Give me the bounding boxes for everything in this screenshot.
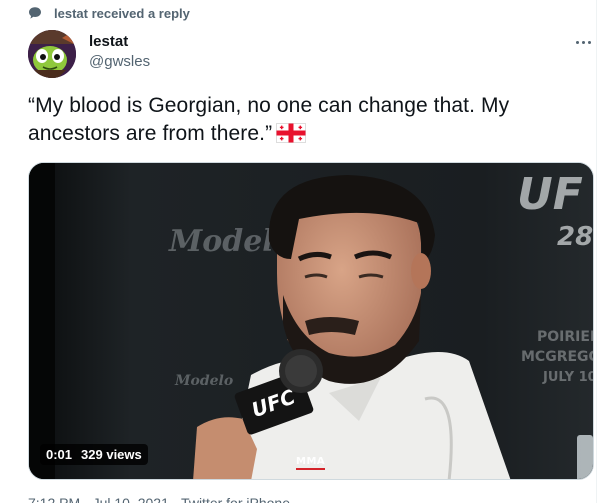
tweet-meta[interactable]: 7:12 PM · Jul 10, 2021 · Twitter for iPh… xyxy=(28,495,290,503)
svg-text:JULY 10: JULY 10 xyxy=(542,370,594,385)
svg-text:UF: UF xyxy=(517,169,583,220)
avatar-green-creature-icon xyxy=(28,30,76,78)
georgia-flag-icon xyxy=(276,123,307,151)
video-player[interactable]: Modelo Modelo UF 28 POIRIER MCGREGOR JUL… xyxy=(28,162,594,480)
video-timestamp: 0:01 xyxy=(46,447,73,462)
author-block: lestat @gwsles xyxy=(89,33,150,72)
social-context-text: lestat received a reply xyxy=(54,5,190,21)
mma-junkie-watermark: MMA xyxy=(296,456,326,470)
avatar[interactable] xyxy=(28,30,76,78)
video-stats-badge: 0:01 329 views xyxy=(40,444,148,465)
tweet-body: “My blood is Georgian, no one can change… xyxy=(28,94,510,145)
author-handle[interactable]: @gwsles xyxy=(89,52,150,72)
more-options-button[interactable] xyxy=(572,33,594,51)
reply-bubble-icon xyxy=(28,6,42,20)
author-name[interactable]: lestat xyxy=(89,33,150,51)
svg-text:MCGREGOR: MCGREGOR xyxy=(521,349,594,365)
svg-text:POIRIER: POIRIER xyxy=(537,329,594,345)
more-dots-icon xyxy=(575,40,579,44)
social-context[interactable]: lestat received a reply xyxy=(28,4,190,22)
svg-text:28: 28 xyxy=(557,222,593,252)
tweet-page: lestat received a reply lestat @gwsles “… xyxy=(0,0,597,503)
tweet-text: “My blood is Georgian, no one can change… xyxy=(28,92,573,151)
video-views: 329 views xyxy=(81,447,142,462)
video-frame: Modelo Modelo UF 28 POIRIER MCGREGOR JUL… xyxy=(29,163,594,479)
svg-text:Modelo: Modelo xyxy=(174,373,233,389)
